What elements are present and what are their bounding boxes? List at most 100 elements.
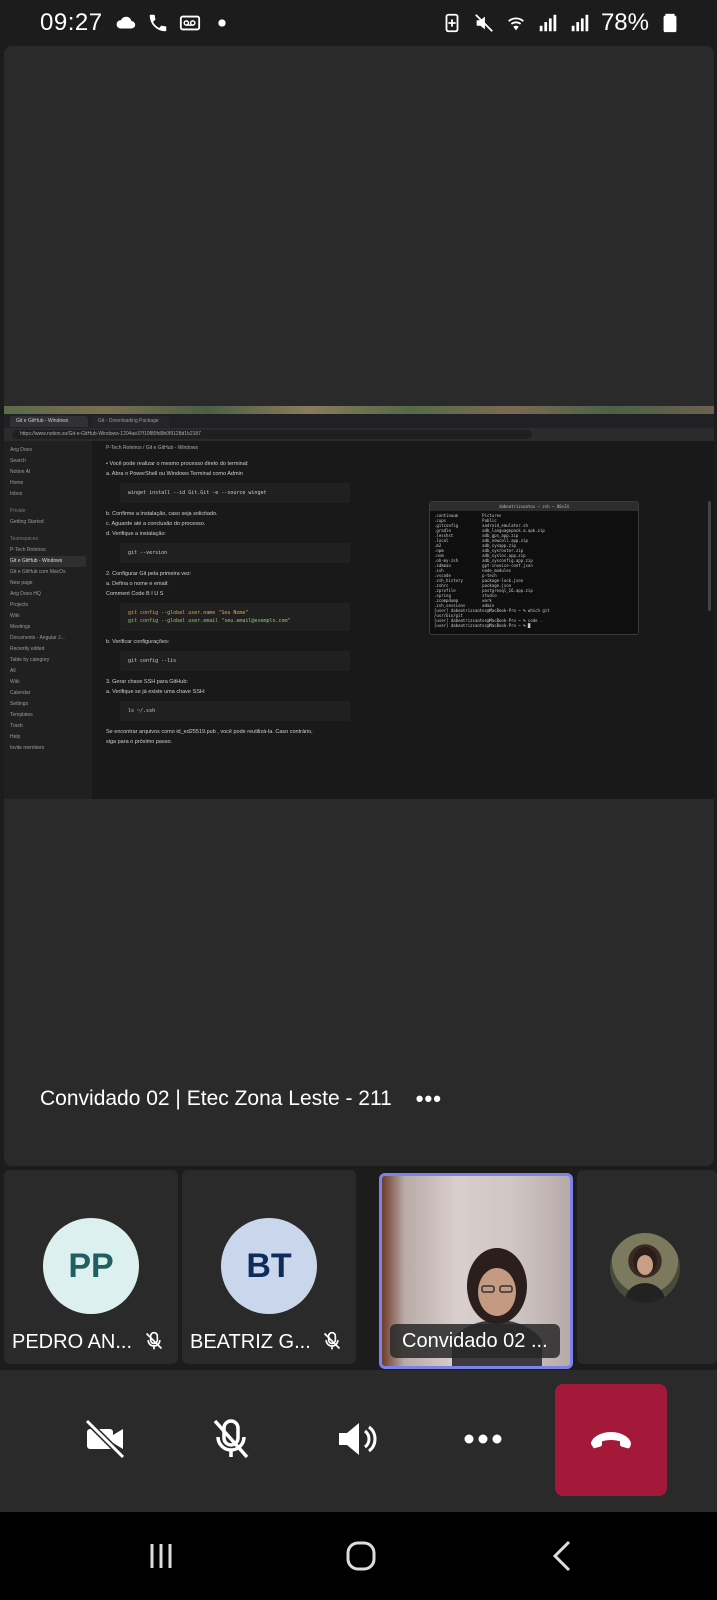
recent-apps-icon [150, 1544, 172, 1568]
avatar: PP [43, 1218, 139, 1314]
recent-apps-button[interactable] [136, 1534, 186, 1578]
phone-icon [147, 12, 169, 34]
participant-tile[interactable]: PP PEDRO AN... [4, 1170, 178, 1364]
camera-off-icon [84, 1418, 126, 1460]
terminal-window[interactable]: dabeatrizsantos — zsh — 80×24 .continuum… [429, 501, 639, 635]
browser-tab[interactable]: Git e GitHub - Windows [10, 415, 88, 427]
hang-up-icon [591, 1432, 631, 1449]
mute-icon [473, 12, 495, 34]
battery-percent: 78% [600, 9, 649, 36]
sidebar-item-new-page[interactable]: New page [10, 578, 86, 589]
desktop-wallpaper-strip [4, 406, 714, 414]
mic-off-icon [145, 1331, 163, 1350]
text-line: a. Abra o PowerShell ou Windows Terminal… [106, 471, 243, 477]
signal-icon [569, 12, 591, 34]
browser-tab-bar: Git e GitHub - Windows Git - Downloading… [4, 414, 714, 428]
sidebar-item-documents[interactable]: Documents - Angular J... [10, 633, 86, 644]
mic-off-icon [213, 1419, 249, 1459]
avatar: BT [221, 1218, 317, 1314]
code-block-list: git config --lis [120, 651, 350, 671]
terminal-output: .continuum Pictures .cups Public .gitcon… [434, 513, 550, 628]
home-button[interactable] [336, 1534, 386, 1578]
status-left-icons [115, 12, 233, 34]
presenter-more-button[interactable]: ••• [416, 1086, 442, 1112]
participant-name: PEDRO AN... [12, 1331, 133, 1353]
browser-address-bar: https://www.notion.so/Git-e-GitHub-Windo… [4, 428, 714, 441]
sidebar-section-teamspaces: Teamspaces [10, 536, 39, 542]
code-block-winget: winget install --id Git.Git -e --source … [120, 483, 350, 503]
sidebar-item-invite[interactable]: Invite members [10, 743, 86, 754]
mic-off-icon [323, 1331, 341, 1350]
presenter-bar: Convidado 02 | Etec Zona Leste - 211 ••• [40, 1086, 442, 1112]
sidebar-item-wiki[interactable]: Wiki [10, 611, 86, 622]
code-block-version: git --version [120, 543, 350, 563]
back-icon [552, 1540, 571, 1572]
sidebar-item-getting-started[interactable]: Getting Started [10, 517, 86, 528]
main-stage[interactable]: Git e GitHub - Windows Git - Downloading… [4, 46, 714, 1166]
sidebar-section-private: Private [10, 508, 26, 514]
more-options-button[interactable] [448, 1404, 518, 1474]
voicemail-icon [179, 12, 201, 34]
sidebar-item-trash[interactable]: Trash [10, 721, 86, 732]
code-block-ls: ls ~/.ssh [120, 701, 350, 721]
mic-toggle-button[interactable] [196, 1404, 266, 1474]
sidebar-item-table[interactable]: Table by category [10, 655, 86, 666]
page-scrollbar[interactable] [708, 501, 711, 611]
camera-toggle-button[interactable] [70, 1404, 140, 1474]
speaker-button[interactable] [322, 1404, 392, 1474]
text-line: Se encontrar arquivos como id_ed25519.pu… [106, 729, 313, 735]
sidebar-item-git-macos[interactable]: Git e GitHub com MacOs [10, 567, 86, 578]
participant-name: BEATRIZ G... [190, 1331, 311, 1353]
signal-icon [537, 12, 559, 34]
wifi-icon [505, 12, 527, 34]
code-line: git config --global user.name "Seu Nome" [128, 610, 249, 616]
sidebar-item-ptech[interactable]: P-Tech Roteiros [10, 545, 86, 556]
sidebar-item-home[interactable]: Home [10, 478, 86, 489]
code-line: ls ~/.ssh [128, 708, 156, 714]
sidebar-item-wiki-2[interactable]: Wiki [10, 677, 86, 688]
speaker-icon [339, 1423, 377, 1455]
sidebar-item-notion-ai[interactable]: Notion AI [10, 467, 86, 478]
participant-tile[interactable]: BT BEATRIZ G... [182, 1170, 356, 1364]
sidebar-item-all[interactable]: All [10, 666, 86, 677]
self-avatar[interactable] [610, 1233, 680, 1303]
hang-up-button[interactable] [555, 1384, 667, 1496]
terminal-title: dabeatrizsantos — zsh — 80×24 [430, 502, 638, 511]
sidebar-item-projects[interactable]: Projects [10, 600, 86, 611]
shared-screen[interactable]: Git e GitHub - Windows Git - Downloading… [4, 406, 714, 799]
url-field[interactable]: https://www.notion.so/Git-e-GitHub-Windo… [12, 430, 532, 439]
sidebar-item-help[interactable]: Help [10, 732, 86, 743]
code-line: winget install --id Git.Git -e --source … [128, 490, 267, 496]
battery-saver-icon [441, 12, 463, 34]
status-time: 09:27 [40, 9, 103, 36]
self-avatar-image [625, 1247, 665, 1303]
sidebar-item-recent[interactable]: Recently edited [10, 644, 86, 655]
sidebar-item-calendar[interactable]: Calendar [10, 688, 86, 699]
more-icon [464, 1434, 502, 1444]
text-line: siga para o próximo passo. [106, 739, 173, 745]
notion-page: P-Tech Roteiros / Git e GitHub - Windows… [92, 441, 714, 799]
breadcrumb[interactable]: P-Tech Roteiros / Git e GitHub - Windows [106, 445, 704, 459]
status-bar: 09:27 78% [0, 0, 717, 46]
sidebar-item-hq[interactable]: Ang Does HQ [10, 589, 86, 600]
sidebar-item-meetings[interactable]: Meetings [10, 622, 86, 633]
sidebar-item-search[interactable]: Search [10, 456, 86, 467]
text-line: 3. Gerar chave SSH para GitHub: [106, 679, 188, 685]
back-button[interactable] [538, 1534, 588, 1578]
cloud-icon [115, 12, 137, 34]
code-line: git config --lis [128, 658, 177, 664]
sidebar-item-inbox[interactable]: Inbox [10, 489, 86, 500]
call-controls [0, 1370, 717, 1512]
sidebar-item-templates[interactable]: Templates [10, 710, 86, 721]
text-line: • Você pode realizar o mesmo processo di… [106, 461, 249, 467]
sidebar-item-git-windows[interactable]: Git e GitHub - Windows [10, 556, 86, 567]
notion-sidebar: Ang Does Search Notion AI Home Inbox Pri… [4, 441, 92, 799]
participant-video-tile[interactable]: Convidado 02 ... [379, 1173, 573, 1369]
code-line: git --version [128, 550, 168, 556]
workspace-name[interactable]: Ang Does [10, 445, 86, 456]
browser-tab[interactable]: Git - Downloading Package [92, 415, 170, 427]
code-block-config: git config --global user.name "Seu Nome"… [120, 603, 350, 631]
sidebar-item-settings[interactable]: Settings [10, 699, 86, 710]
text-line: b. Verificar configurações: [106, 639, 170, 645]
text-line: a. Verifique se já existe uma chave SSH: [106, 689, 206, 695]
